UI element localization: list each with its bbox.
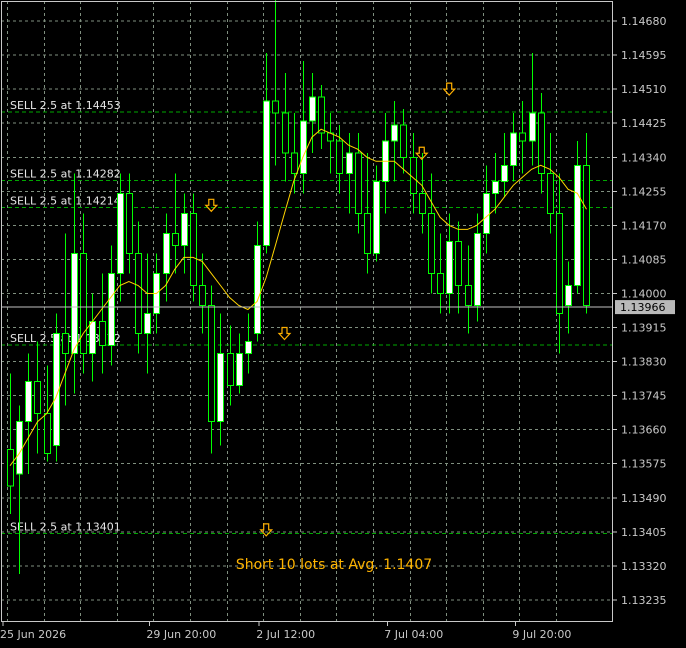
candle-body xyxy=(7,449,14,487)
candle-body xyxy=(373,180,380,254)
trade-line-label: SELL 2.5 at 1.14282 xyxy=(10,167,121,180)
price-tick-label: 1.13405 xyxy=(621,526,667,539)
sell-arrow-icon[interactable] xyxy=(277,326,292,341)
price-tick-label: 1.14680 xyxy=(621,15,667,28)
trade-line-label: SELL 2.5 at 1.14214 xyxy=(10,195,121,208)
candle-body xyxy=(474,232,481,306)
candle-body xyxy=(71,252,78,355)
candle-body xyxy=(263,100,270,246)
candle-body xyxy=(538,112,545,174)
price-tick-label: 1.14340 xyxy=(621,151,667,164)
candle-body xyxy=(99,321,106,347)
candle-body xyxy=(574,164,581,286)
candle-body xyxy=(419,192,426,214)
price-tick-label: 1.14255 xyxy=(621,185,667,198)
price-tick-label: 1.13660 xyxy=(621,424,667,437)
price-tick-label: 1.14595 xyxy=(621,49,667,62)
candle-body xyxy=(492,180,499,194)
candle-body xyxy=(172,232,179,246)
candle-body xyxy=(391,124,398,142)
candle-body xyxy=(309,96,316,122)
price-tick-label: 1.13915 xyxy=(621,322,667,335)
candle-body xyxy=(245,341,252,355)
trade-line-label: SELL 2.5 at 1.13401 xyxy=(10,520,121,533)
price-chart[interactable]: SELL 2.5 at 1.14453 SELL 2.5 at 1.14282 SE… xyxy=(0,0,686,644)
candle-body xyxy=(291,152,298,174)
candle-body xyxy=(208,304,215,423)
candle-body xyxy=(282,112,289,154)
candle-body xyxy=(236,353,243,387)
candles xyxy=(7,0,590,574)
current-price-label: 1.13966 xyxy=(620,301,666,314)
candle-body xyxy=(25,381,32,423)
candle-body xyxy=(465,284,472,306)
price-tick-label: 1.13745 xyxy=(621,390,667,403)
candle-body xyxy=(181,212,188,246)
candle-body xyxy=(355,152,362,214)
time-tick-label: 29 Jun 20:00 xyxy=(146,628,216,641)
candle-body xyxy=(117,192,124,274)
candle-body xyxy=(135,252,142,335)
candle-body xyxy=(529,112,536,142)
price-tick-label: 1.13575 xyxy=(621,458,667,471)
candle-body xyxy=(254,244,261,335)
price-tick-label: 1.13830 xyxy=(621,356,667,369)
candle-body xyxy=(318,96,325,134)
candle-body xyxy=(346,152,353,174)
candle-body xyxy=(519,132,526,142)
candle-body xyxy=(565,284,572,306)
sell-arrow-icon[interactable] xyxy=(442,82,457,97)
candle-body xyxy=(144,313,151,335)
candle-body xyxy=(510,132,517,166)
candle-body xyxy=(272,100,279,114)
candle-body xyxy=(217,353,224,423)
candle-body xyxy=(126,192,133,254)
price-tick-label: 1.14425 xyxy=(621,117,667,130)
candle-body xyxy=(556,212,563,315)
candle-body xyxy=(34,381,41,415)
time-tick-label: 25 Jun 2026 xyxy=(0,628,66,641)
candle-body xyxy=(80,252,87,355)
trade-line-label: SELL 2.5 at 1.14453 xyxy=(10,99,121,112)
price-tick-label: 1.14000 xyxy=(621,287,667,300)
candle-body xyxy=(583,164,590,306)
labels: Short 10 lots at Avg. 1.1407 xyxy=(236,557,432,573)
price-tick-label: 1.13235 xyxy=(621,594,667,607)
candle-body xyxy=(364,212,371,254)
candle-body xyxy=(163,232,170,274)
candle-body xyxy=(227,353,234,387)
price-tick-label: 1.13490 xyxy=(621,492,667,505)
candle-body xyxy=(336,140,343,174)
price-tick-label: 1.14085 xyxy=(621,253,667,266)
candle-body xyxy=(547,172,554,214)
candle-body xyxy=(89,321,96,355)
candle-body xyxy=(300,120,307,174)
candle-body xyxy=(410,156,417,194)
candle-body xyxy=(108,272,115,347)
time-tick-label: 7 Jul 04:00 xyxy=(384,628,443,641)
price-tick-label: 1.14510 xyxy=(621,83,667,96)
candle-body xyxy=(428,212,435,274)
candle-body xyxy=(62,333,69,355)
time-tick-label: 9 Jul 20:00 xyxy=(512,628,571,641)
price-tick-label: 1.14170 xyxy=(621,219,667,232)
candle-body xyxy=(199,284,206,306)
candle-body xyxy=(446,240,453,294)
candle-body xyxy=(455,240,462,286)
candle-body xyxy=(44,413,51,455)
candle-body xyxy=(437,272,444,294)
position-summary: Short 10 lots at Avg. 1.1407 xyxy=(236,557,432,573)
price-tick-label: 1.13320 xyxy=(621,560,667,573)
candle-body xyxy=(190,212,197,286)
sell-arrow-icon[interactable] xyxy=(259,523,274,537)
candle-body xyxy=(501,164,508,182)
time-tick-label: 2 Jul 12:00 xyxy=(256,628,315,641)
candle-body xyxy=(483,192,490,234)
candle-body xyxy=(400,124,407,158)
candle-body xyxy=(16,421,23,475)
chart-window[interactable]: SELL 2.5 at 1.14453 SELL 2.5 at 1.14282 SE… xyxy=(0,0,686,644)
sell-arrow-icon[interactable] xyxy=(204,198,219,213)
